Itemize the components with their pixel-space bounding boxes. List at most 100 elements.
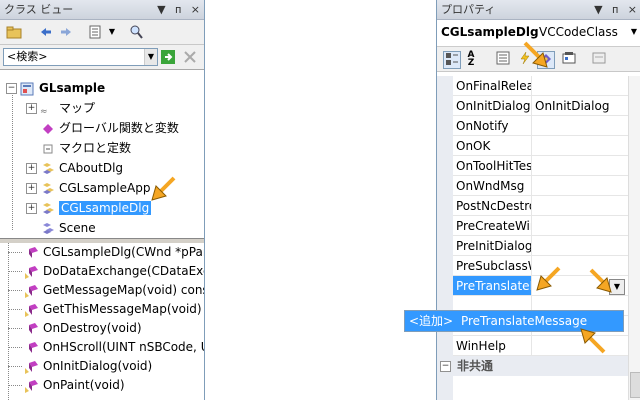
collapse-icon[interactable]: −: [6, 83, 17, 94]
alphabetical-icon[interactable]: AZ: [463, 51, 479, 68]
macro-icon: [40, 142, 56, 156]
class-icon: [40, 162, 56, 176]
class-icon: [40, 222, 56, 236]
property-name: PreCreateWin: [453, 216, 532, 236]
categorized-icon[interactable]: [443, 51, 461, 69]
method-icon: [24, 341, 40, 355]
property-name: WinHelp: [453, 336, 532, 356]
tree-item-project[interactable]: − GLsample: [4, 78, 105, 98]
list-item-label: DoDataExchange(CDataExc: [43, 264, 205, 278]
scroll-thumb[interactable]: [630, 372, 640, 398]
properties-icon[interactable]: [495, 51, 511, 67]
property-value[interactable]: [532, 76, 628, 96]
map-icon: ≈: [40, 106, 48, 117]
property-row[interactable]: OnFinalReleas: [437, 76, 640, 96]
property-row[interactable]: OnNotify: [437, 116, 640, 136]
property-name: OnWndMsg: [453, 176, 532, 196]
new-folder-icon[interactable]: [6, 24, 22, 40]
list-item-label: CGLsampleDlg(CWnd *pPar: [43, 245, 205, 259]
search-input[interactable]: <検索> ▼: [3, 48, 158, 66]
property-value[interactable]: [532, 116, 628, 136]
search-go-icon[interactable]: [160, 49, 176, 65]
property-row[interactable]: OnWndMsg: [437, 176, 640, 196]
class-icon: [40, 182, 56, 196]
property-value[interactable]: [532, 156, 628, 176]
list-item[interactable]: OnHScroll(UINT nSBCode, U: [0, 338, 204, 357]
tree-item-scene[interactable]: Scene: [4, 218, 96, 238]
property-name: PostNcDestro: [453, 196, 532, 216]
property-value[interactable]: [532, 196, 628, 216]
collapse-icon[interactable]: −: [440, 361, 451, 372]
object-dropdown-icon[interactable]: ▼: [631, 27, 637, 36]
property-value[interactable]: [532, 236, 628, 256]
pin-icon[interactable]: ᴨ: [612, 3, 618, 16]
list-item[interactable]: DoDataExchange(CDataExc: [0, 262, 205, 281]
property-name: OnInitDialog: [453, 96, 532, 116]
class-view-title: クラス ビュー: [4, 3, 74, 16]
find-symbol-icon[interactable]: [128, 24, 144, 40]
property-name: PreSubclassW: [453, 256, 532, 276]
property-row[interactable]: PreInitDialog: [437, 236, 640, 256]
property-name: PreInitDialog: [453, 236, 532, 256]
tree-item-caboutdlg[interactable]: + CAboutDlg: [4, 158, 123, 178]
property-name: PreTranslateM: [453, 276, 532, 296]
property-row[interactable]: OnOK: [437, 136, 640, 156]
dropdown-arrow-icon[interactable]: ▼: [594, 3, 602, 16]
property-pages-icon[interactable]: [591, 51, 607, 67]
vertical-scrollbar[interactable]: [628, 76, 640, 400]
close-icon[interactable]: ×: [628, 3, 637, 16]
property-value[interactable]: [532, 216, 628, 236]
pointer-arrow-icon: [580, 328, 606, 354]
dropdown-prefix: <追加>: [409, 314, 454, 328]
list-item[interactable]: GetMessageMap(void) const: [0, 281, 205, 300]
class-tree: − GLsample + ≈ マップ グローバル関数と変数 マクロと定数 + CA…: [0, 70, 204, 236]
list-item[interactable]: OnDestroy(void): [0, 319, 142, 338]
properties-title: プロパティ: [441, 3, 496, 16]
sort-options-icon[interactable]: [88, 24, 104, 40]
property-grid: OnFinalReleas OnInitDialog OnInitDialog O…: [437, 76, 640, 400]
tree-item-label: グローバル関数と変数: [59, 121, 179, 135]
expand-icon[interactable]: +: [26, 203, 37, 214]
property-row[interactable]: PreCreateWin: [437, 216, 640, 236]
list-item[interactable]: CGLsampleDlg(CWnd *pPar: [0, 243, 205, 262]
property-row[interactable]: WinHelp: [437, 336, 640, 356]
dropdown-item-pretranslatemessage[interactable]: PreTranslateMessage: [457, 314, 587, 328]
list-item[interactable]: OnInitDialog(void): [0, 357, 152, 376]
list-item-label: GetMessageMap(void) const: [43, 283, 205, 297]
category-header[interactable]: − 非共通: [437, 356, 640, 376]
forward-arrow-icon[interactable]: [58, 24, 74, 40]
property-name: OnOK: [453, 136, 532, 156]
search-dropdown-icon[interactable]: ▼: [144, 49, 157, 65]
global-icon: [40, 122, 56, 136]
tree-item-cglsampleapp[interactable]: + CGLsampleApp: [4, 178, 150, 198]
expand-icon[interactable]: +: [26, 163, 37, 174]
category-label: 非共通: [457, 359, 494, 373]
property-row[interactable]: PostNcDestro: [437, 196, 640, 216]
expand-icon[interactable]: +: [26, 183, 37, 194]
back-arrow-icon[interactable]: [38, 24, 54, 40]
tree-item-cglsampledlg[interactable]: + CGLsampleDlg: [4, 198, 152, 218]
properties-toolbar: AZ: [437, 41, 640, 72]
search-input-text: <検索>: [7, 50, 48, 63]
list-item[interactable]: OnPaint(void): [0, 376, 125, 395]
method-icon: [24, 246, 40, 260]
sort-dropdown-icon[interactable]: ▼: [104, 24, 120, 40]
dropdown-arrow-icon[interactable]: ▼: [157, 3, 165, 16]
property-value[interactable]: OnInitDialog: [532, 96, 628, 116]
class-icon: [40, 202, 56, 216]
tree-item-globals[interactable]: グローバル関数と変数: [4, 118, 179, 138]
tree-item-macros[interactable]: マクロと定数: [4, 138, 131, 158]
pointer-arrow-icon: [589, 268, 612, 293]
messages-icon[interactable]: [561, 51, 577, 67]
tree-item-map[interactable]: + ≈ マップ: [4, 98, 95, 118]
expand-icon[interactable]: +: [26, 103, 37, 114]
clear-search-icon[interactable]: [182, 49, 198, 65]
property-value[interactable]: [532, 176, 628, 196]
property-row[interactable]: OnInitDialog OnInitDialog: [437, 96, 640, 116]
close-icon[interactable]: ×: [191, 3, 200, 16]
pin-icon[interactable]: ᴨ: [175, 3, 181, 16]
property-value[interactable]: [532, 136, 628, 156]
member-list: CGLsampleDlg(CWnd *pPar DoDataExchange(C…: [0, 243, 204, 400]
list-item[interactable]: GetThisMessageMap(void): [0, 300, 202, 319]
property-row[interactable]: OnToolHitTes: [437, 156, 640, 176]
